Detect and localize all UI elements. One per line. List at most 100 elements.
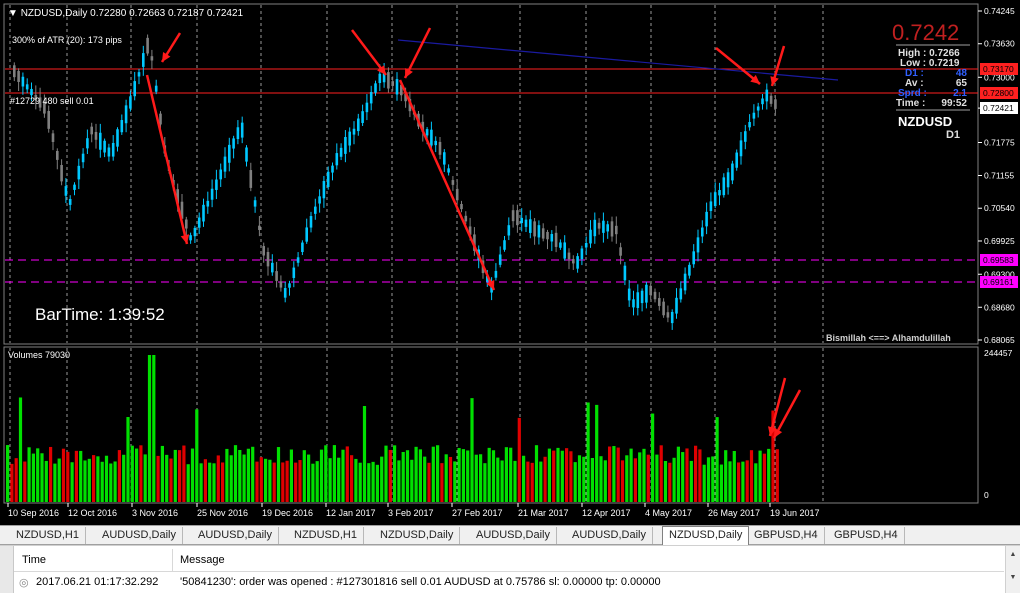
date-tick: 19 Jun 2017 xyxy=(770,508,820,518)
volume-bar xyxy=(655,454,659,502)
volume-bar xyxy=(212,463,216,502)
chart-tab[interactable]: NZDUSD,Daily xyxy=(374,527,461,544)
chart-tabs: NZDUSD,H1 AUDUSD,Daily AUDUSD,Daily NZDUSD,… xyxy=(0,525,1020,546)
chart-tab[interactable]: GBPUSD,H4 xyxy=(748,527,825,544)
volume-bar xyxy=(560,450,564,502)
volume-bar xyxy=(31,453,35,502)
chart-tab[interactable]: NZDUSD,Daily xyxy=(662,526,750,546)
col-time-header[interactable]: Time xyxy=(22,554,46,566)
volume-bar xyxy=(526,461,530,502)
volume-bar xyxy=(74,450,78,502)
volume-bar xyxy=(556,447,560,502)
volume-bar xyxy=(307,454,311,502)
volume-bar xyxy=(715,417,719,502)
volume-bar xyxy=(328,458,332,502)
volume-bar xyxy=(397,460,401,502)
volume-bar xyxy=(762,453,766,502)
volume-bar xyxy=(92,455,96,502)
volume-bar xyxy=(405,450,410,502)
price-tag: 0.72800 xyxy=(983,88,1014,98)
date-tick: 19 Dec 2016 xyxy=(262,508,313,518)
volume-bar xyxy=(534,445,539,502)
volume-bar xyxy=(169,458,173,502)
chart-tab[interactable]: NZDUSD,H1 xyxy=(10,527,86,544)
chart-tab[interactable]: AUDUSD,Daily xyxy=(566,527,653,544)
price-chart[interactable]: ▼ NZDUSD,Daily 0.72280 0.72663 0.72187 0… xyxy=(0,0,1020,525)
info-symbol: NZDUSD xyxy=(898,114,952,129)
price-tick: 0.69925 xyxy=(984,236,1015,246)
volume-bar xyxy=(569,451,573,502)
col-message-header[interactable]: Message xyxy=(180,554,225,566)
volume-bar xyxy=(393,445,397,502)
price-tick: 0.74245 xyxy=(984,6,1015,16)
volume-bar xyxy=(509,447,513,502)
volume-bar xyxy=(315,461,319,502)
terminal-scrollbar[interactable]: ▲ ▼ xyxy=(1005,546,1020,593)
log-row[interactable]: ◎ 2017.06.21 01:17:32.292 '50841230': or… xyxy=(14,573,1004,591)
volume-bar xyxy=(565,448,569,502)
volume-bar xyxy=(18,397,23,502)
volume-bar xyxy=(178,450,182,502)
info-price: 0.7242 xyxy=(892,20,959,45)
date-tick: 10 Sep 2016 xyxy=(8,508,59,518)
chart-tab[interactable]: AUDUSD,Daily xyxy=(192,527,279,544)
candle[interactable] xyxy=(735,149,738,171)
volume-bar xyxy=(130,445,134,502)
date-tick: 12 Oct 2016 xyxy=(68,508,117,518)
volume-bar xyxy=(289,449,293,502)
volume-bar xyxy=(758,450,762,502)
volume-bar xyxy=(608,446,612,502)
price-tag: 0.69583 xyxy=(983,255,1014,265)
volume-bar xyxy=(414,446,418,502)
scroll-up-icon[interactable]: ▲ xyxy=(1008,550,1018,560)
volume-bar xyxy=(466,450,470,502)
volume-bar xyxy=(552,450,556,502)
volume-bar xyxy=(586,402,590,502)
volume-bar xyxy=(530,462,534,502)
volume-bar xyxy=(104,455,109,502)
volume-bar xyxy=(749,450,754,502)
volume-bar xyxy=(698,449,702,502)
volume-bar xyxy=(238,449,242,502)
date-tick: 21 Mar 2017 xyxy=(518,508,569,518)
order-label: #12729 480 sell 0.01 xyxy=(10,96,94,106)
date-tick: 27 Feb 2017 xyxy=(452,508,503,518)
volume-bar xyxy=(582,456,586,502)
volume-bar xyxy=(272,462,276,502)
price-tag: 0.72421 xyxy=(983,103,1014,113)
volume-bar xyxy=(70,462,74,502)
volume-bar xyxy=(461,449,465,502)
volume-bar xyxy=(431,446,435,502)
chart-tab[interactable]: AUDUSD,Daily xyxy=(470,527,557,544)
price-tick: 0.71155 xyxy=(984,171,1014,181)
chart-tab[interactable]: GBPUSD,H4 xyxy=(828,527,905,544)
volume-bar xyxy=(689,460,693,502)
price-tick: 0.70540 xyxy=(984,203,1015,213)
volume-bar xyxy=(139,445,143,502)
scroll-down-icon[interactable]: ▼ xyxy=(1008,573,1018,583)
volume-bar xyxy=(87,458,91,502)
volume-bar xyxy=(577,455,582,502)
volume-bar xyxy=(444,454,448,502)
volume-bar xyxy=(612,446,616,502)
volume-bar xyxy=(96,456,100,502)
volume-bar xyxy=(229,455,233,502)
volume-bar xyxy=(83,460,87,502)
volume-bar xyxy=(603,460,607,502)
volume-bar xyxy=(36,448,40,502)
volume-bar xyxy=(453,461,457,502)
volume-bar xyxy=(203,459,207,502)
chart-tab[interactable]: NZDUSD,H1 xyxy=(288,527,364,544)
volume-bar xyxy=(474,454,478,502)
volume-bar xyxy=(61,448,66,502)
volume-bar xyxy=(276,447,281,502)
volume-bar xyxy=(281,462,285,502)
volume-bar xyxy=(388,449,392,502)
volume-bar xyxy=(694,445,698,502)
volume-bar xyxy=(371,461,375,502)
volume-bar xyxy=(216,455,220,502)
volume-bar xyxy=(14,458,18,502)
log-message: '50841230': order was opened : #12730181… xyxy=(180,576,661,588)
chart-tab[interactable]: AUDUSD,Daily xyxy=(96,527,183,544)
volume-bar xyxy=(711,456,715,502)
